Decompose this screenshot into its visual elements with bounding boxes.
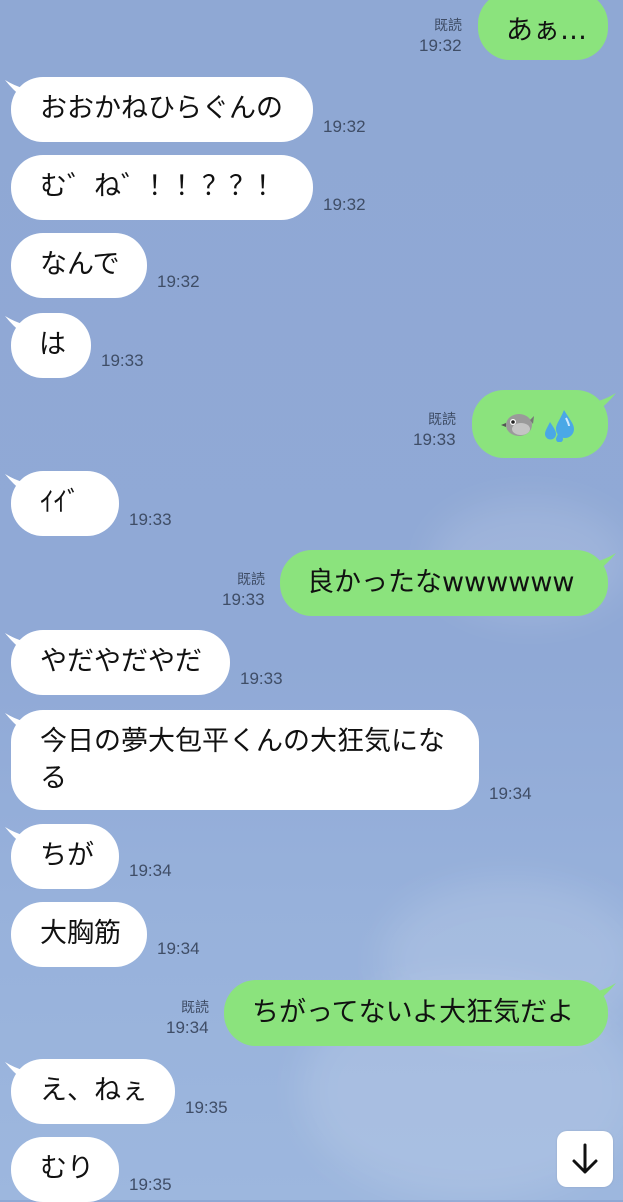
message-bubble[interactable]: え、ねぇ	[11, 1059, 175, 1124]
message-text: 良かったなwwwwww	[307, 567, 575, 598]
message-text-line: る	[40, 763, 67, 794]
message-time: 19:32	[157, 272, 200, 291]
message-text: え、ねぇ	[40, 1075, 148, 1106]
message-bubble[interactable]: ｲｲﾞ	[11, 471, 119, 536]
message-bubble[interactable]: は	[11, 313, 91, 378]
message-bubble[interactable]: む゛ね゛！！？？！	[11, 155, 313, 220]
message-bubble[interactable]: ちがってないよ大狂気だよ	[224, 980, 608, 1046]
message-text: ｲｲﾞ	[40, 487, 81, 518]
message-bubble[interactable]	[472, 390, 608, 458]
message-text: なんで	[40, 249, 120, 280]
message-time: 19:34	[157, 939, 200, 958]
message-bubble[interactable]: ちが	[11, 824, 119, 889]
message-bubble[interactable]: やだやだやだ	[11, 630, 230, 695]
message-text: 大胸筋	[40, 918, 121, 949]
message-text: ちが	[40, 840, 94, 871]
arrow-down-icon	[572, 1143, 598, 1174]
scroll-to-bottom-button[interactable]	[557, 1131, 613, 1187]
message-time: 19:32	[323, 117, 366, 136]
message-text: むり	[40, 1153, 94, 1184]
message-bubble[interactable]: あぁ…	[478, 0, 608, 60]
message-time: 19:35	[185, 1098, 228, 1117]
message-text: は	[39, 329, 66, 360]
message-time: 19:33	[101, 351, 144, 370]
read-receipt: 既読	[237, 572, 265, 588]
message-time: 19:33	[240, 669, 283, 688]
message-time: 19:34	[489, 784, 532, 803]
message-time: 19:32	[323, 195, 366, 214]
read-receipt: 既読	[181, 1000, 209, 1016]
message-text: む゛ね゛！！？？！	[40, 171, 283, 202]
message-time: 19:33	[222, 590, 265, 609]
message-bubble[interactable]: おおかねひらぐんの	[11, 77, 313, 142]
message-bubble[interactable]: 良かったなwwwwww	[280, 550, 608, 616]
message-text: あぁ…	[506, 15, 587, 46]
message-bubble[interactable]: 大胸筋	[11, 902, 147, 967]
read-receipt: 既読	[434, 18, 462, 34]
message-text: おおかねひらぐんの	[40, 93, 283, 124]
bird-emoji	[501, 414, 534, 436]
message-bubble[interactable]: 今日の夢大包平くんの大狂気にな る	[11, 710, 479, 810]
message-bubble[interactable]: なんで	[11, 233, 147, 298]
sweat-droplets-emoji	[545, 410, 574, 442]
message-time: 19:34	[166, 1018, 209, 1037]
message-text-line: 今日の夢大包平くんの大狂気にな	[40, 726, 445, 757]
message-time: 19:33	[129, 510, 172, 529]
message-time: 19:32	[419, 36, 462, 55]
message-text: やだやだやだ	[40, 646, 202, 677]
read-receipt: 既読	[428, 412, 456, 428]
message-time: 19:35	[129, 1175, 172, 1194]
message-text: ちがってないよ大狂気だよ	[252, 997, 575, 1028]
message-time: 19:34	[129, 861, 172, 880]
message-time: 19:33	[413, 430, 456, 449]
message-bubble[interactable]: むり	[11, 1137, 119, 1202]
